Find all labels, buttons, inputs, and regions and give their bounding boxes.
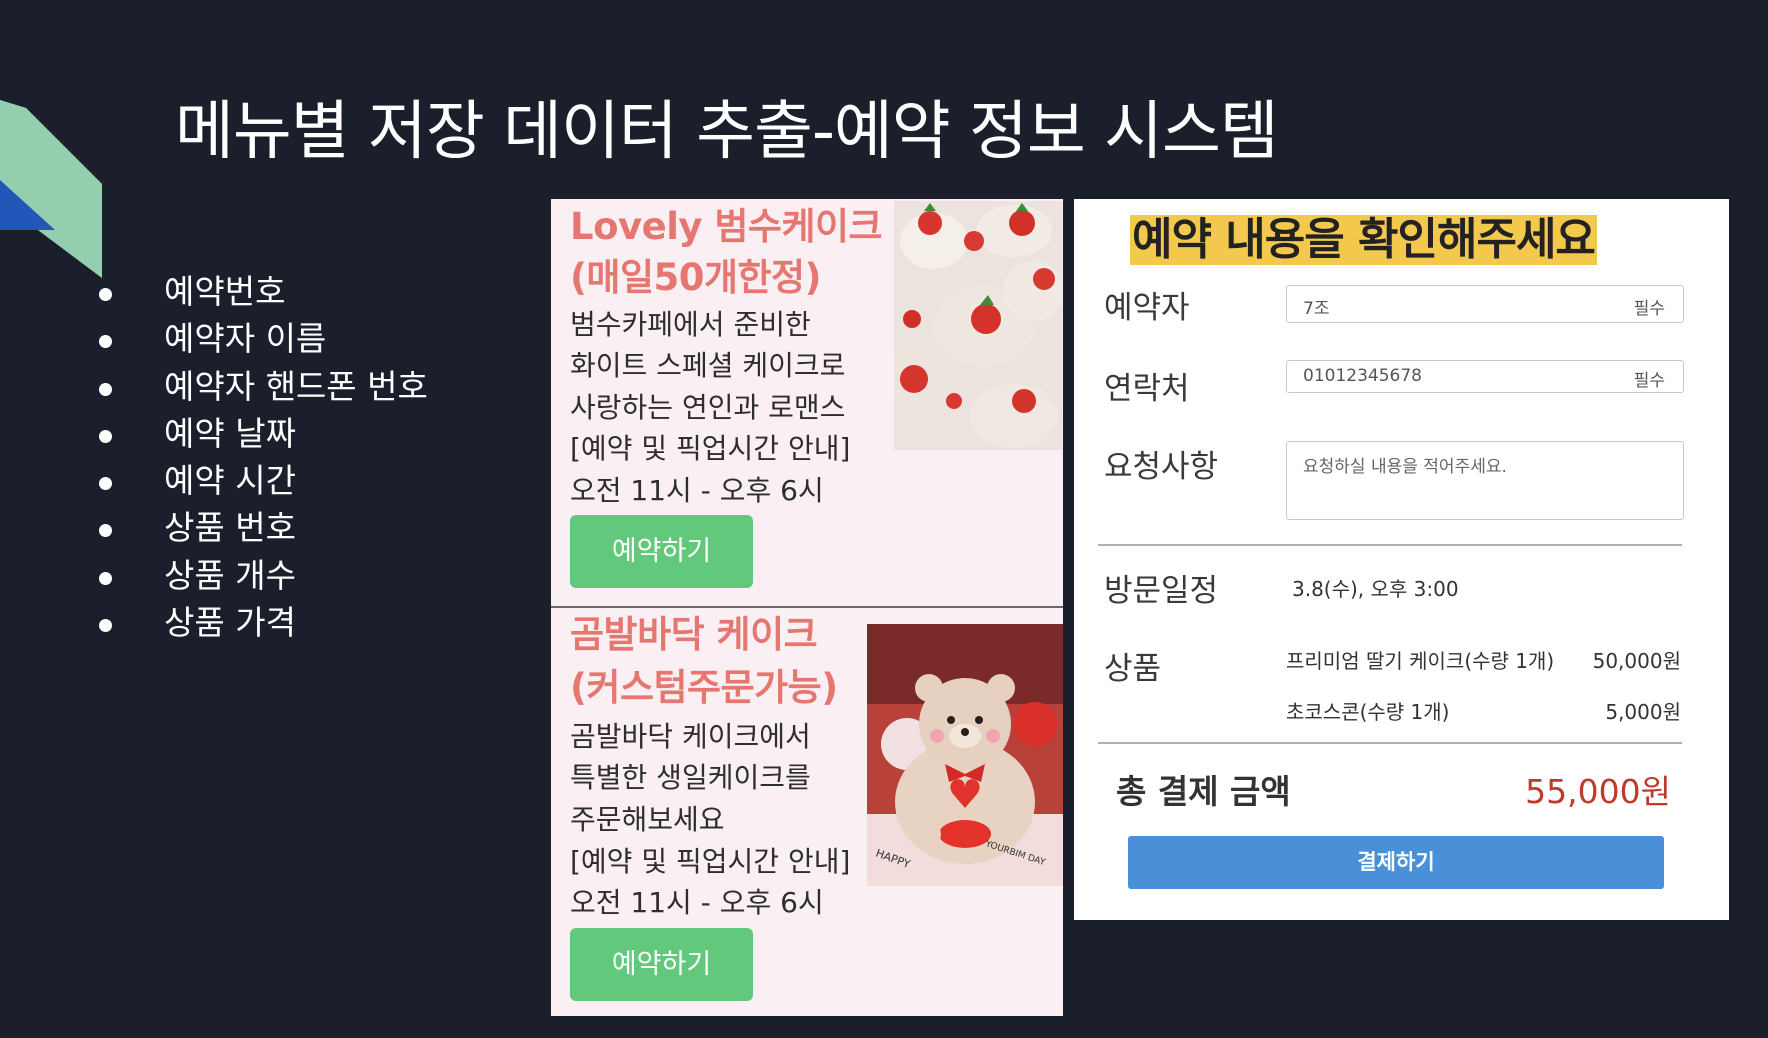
bullet-dot — [99, 571, 112, 585]
product-title-sub: (커스텀주문가능) — [570, 666, 838, 709]
bullet-text: 예약 시간 — [164, 461, 296, 501]
reserver-value: 7조 — [1303, 299, 1330, 319]
bullet-dot — [99, 619, 112, 633]
reserve-button[interactable]: 예약하기 — [570, 515, 753, 588]
bullet-dot — [99, 335, 112, 349]
product-title: Lovely 범수케이크 — [570, 205, 883, 248]
bullet-text: 예약자 핸드폰 번호 — [164, 366, 428, 406]
bullet-text: 예약자 이름 — [164, 319, 327, 359]
reserve-button[interactable]: 예약하기 — [570, 928, 753, 1001]
product-card-lovely: Lovely 범수케이크 (매일50개한정) 범수카페에서 준비한 화이트 스페… — [551, 199, 1063, 606]
product-desc-line: 범수카페에서 준비한 — [570, 308, 811, 341]
product-card-bear: 곰발바닥 케이크 (커스텀주문가능) 곰발바닥 케이크에서 특별한 생일케이크를… — [551, 609, 1063, 1016]
bear-cake-image: HAPPY YOURBIM DAY — [867, 624, 1063, 886]
visit-label: 방문일정 — [1104, 573, 1219, 609]
bullet-text: 상품 가격 — [164, 603, 296, 643]
bullet-item: 예약번호 — [95, 268, 428, 315]
bullet-item: 예약 시간 — [95, 457, 428, 504]
bullet-item: 상품 가격 — [95, 599, 428, 646]
total-value: 55,000원 — [1525, 772, 1671, 811]
product-list-panel: Lovely 범수케이크 (매일50개한정) 범수카페에서 준비한 화이트 스페… — [551, 199, 1063, 1016]
required-tag: 필수 — [1633, 371, 1665, 391]
reservation-confirm-panel: 예약 내용을 확인해주세요 예약자 7조 필수 연락처 01012345678 … — [1074, 199, 1729, 920]
bullet-dot — [99, 429, 112, 443]
product-desc-line: 주문해보세요 — [570, 803, 725, 836]
visit-value: 3.8(수), 오후 3:00 — [1292, 577, 1459, 601]
contact-value: 01012345678 — [1303, 366, 1422, 386]
request-label: 요청사항 — [1104, 449, 1219, 485]
bullet-text: 예약번호 — [164, 272, 286, 311]
order-item-price: 50,000원 — [1592, 649, 1681, 673]
product-desc-line: [예약 및 픽업시간 안내] — [570, 845, 851, 878]
product-desc-line: 특별한 생일케이크를 — [570, 761, 811, 794]
required-tag: 필수 — [1633, 299, 1665, 319]
reserver-label: 예약자 — [1104, 290, 1190, 326]
product-desc-line: 곰발바닥 케이크에서 — [570, 720, 811, 753]
product-title-sub: (매일50개한정) — [570, 256, 822, 299]
pay-button[interactable]: 결제하기 — [1128, 836, 1664, 889]
order-item-name: 초코스콘(수량 1개) — [1286, 700, 1450, 724]
strawberry-dessert-image — [894, 201, 1062, 450]
contact-field[interactable]: 01012345678 필수 — [1286, 360, 1684, 393]
bullet-item: 예약 날짜 — [95, 410, 428, 457]
product-title: 곰발바닥 케이크 — [570, 613, 818, 656]
confirm-title: 예약 내용을 확인해주세요 — [1130, 214, 1597, 265]
request-textarea[interactable]: 요청하실 내용을 적어주세요. — [1286, 441, 1684, 520]
product-desc-line: 사랑하는 연인과 로맨스 — [570, 391, 846, 424]
bullet-text: 예약 날짜 — [164, 413, 296, 453]
divider — [1098, 742, 1682, 744]
confirm-title-wrap: 예약 내용을 확인해주세요 — [1130, 215, 1597, 265]
product-desc-line: 오전 11시 - 오후 6시 — [570, 886, 824, 919]
order-item-name: 프리미엄 딸기 케이크(수량 1개) — [1286, 649, 1555, 673]
bullet-dot — [99, 477, 112, 491]
product-desc-line: 화이트 스페셜 케이크로 — [570, 349, 846, 382]
bullet-text: 상품 개수 — [164, 555, 296, 595]
bullet-list: 예약번호 예약자 이름 예약자 핸드폰 번호 예약 날짜 예약 시간 상품 번호… — [95, 268, 428, 646]
total-label: 총 결제 금액 — [1116, 772, 1291, 811]
product-desc-line: [예약 및 픽업시간 안내] — [570, 432, 851, 465]
bullet-item: 예약자 핸드폰 번호 — [95, 363, 428, 410]
bullet-dot — [99, 288, 112, 301]
divider — [1098, 544, 1682, 546]
product-label: 상품 — [1104, 651, 1162, 687]
product-desc-line: 오전 11시 - 오후 6시 — [570, 474, 824, 507]
slide-title: 메뉴별 저장 데이터 추출-예약 정보 시스템 — [175, 95, 1279, 169]
corner-decoration — [0, 100, 102, 278]
request-placeholder: 요청하실 내용을 적어주세요. — [1303, 457, 1507, 477]
order-item-price: 5,000원 — [1605, 700, 1681, 724]
bullet-item: 상품 개수 — [95, 552, 428, 599]
product-separator — [551, 606, 1063, 608]
bullet-dot — [99, 524, 112, 538]
contact-label: 연락처 — [1104, 371, 1190, 407]
bullet-text: 상품 번호 — [164, 508, 296, 548]
bullet-item: 상품 번호 — [95, 504, 428, 551]
bullet-dot — [99, 382, 112, 396]
bullet-item: 예약자 이름 — [95, 315, 428, 362]
reserver-field[interactable]: 7조 필수 — [1286, 285, 1684, 323]
